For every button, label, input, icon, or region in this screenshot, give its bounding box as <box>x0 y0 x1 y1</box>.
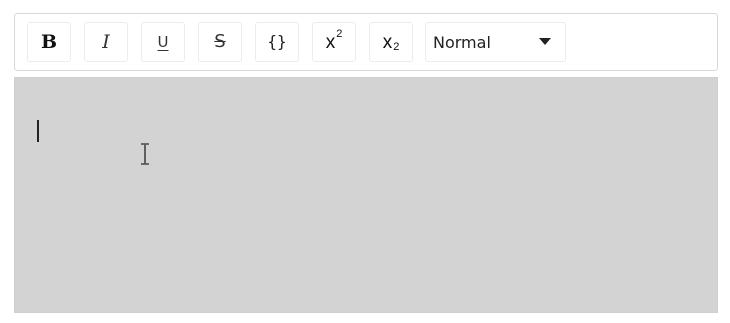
italic-icon: I <box>102 30 110 53</box>
superscript-script: 2 <box>336 27 343 40</box>
underline-button[interactable]: U <box>141 22 185 62</box>
code-icon: {} <box>267 32 287 51</box>
strikethrough-icon: S <box>214 31 226 52</box>
format-select[interactable]: Normal <box>425 22 566 62</box>
strikethrough-button[interactable]: S <box>198 22 242 62</box>
underline-icon: U <box>157 32 169 51</box>
format-select-value: Normal <box>433 32 491 52</box>
superscript-base: x <box>325 31 336 53</box>
rich-text-editor: B I U S {} x2 x2 Normal <box>14 13 718 313</box>
subscript-icon: x2 <box>382 31 400 53</box>
text-cursor <box>37 120 39 142</box>
italic-button[interactable]: I <box>84 22 128 62</box>
subscript-base: x <box>382 31 393 53</box>
subscript-script: 2 <box>393 40 400 53</box>
caret-down-icon <box>539 38 551 45</box>
code-button[interactable]: {} <box>255 22 299 62</box>
bold-button[interactable]: B <box>27 22 71 62</box>
superscript-button[interactable]: x2 <box>312 22 356 62</box>
formatting-toolbar: B I U S {} x2 x2 Normal <box>14 13 718 71</box>
editor-content-area[interactable] <box>14 77 718 313</box>
ibeam-cursor-icon <box>141 143 149 165</box>
superscript-icon: x2 <box>325 28 343 53</box>
subscript-button[interactable]: x2 <box>369 22 413 62</box>
bold-icon: B <box>40 30 58 53</box>
